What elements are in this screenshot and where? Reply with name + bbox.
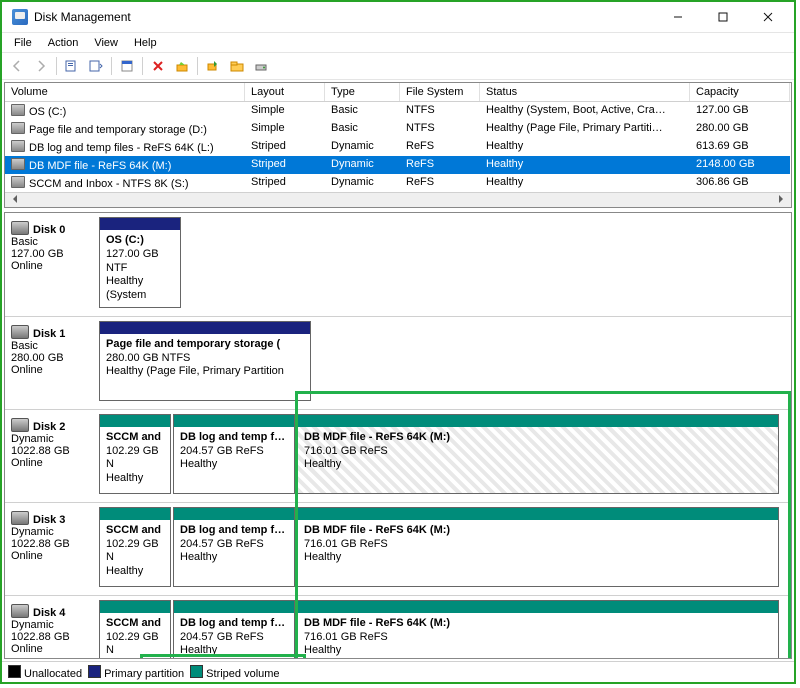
close-button[interactable] bbox=[745, 3, 790, 31]
window-title: Disk Management bbox=[34, 10, 655, 24]
disk-icon bbox=[11, 325, 29, 339]
partition-color-bar bbox=[100, 601, 170, 613]
disk-row: Disk 1 Basic 280.00 GB Online Page file … bbox=[5, 317, 791, 410]
partition-box[interactable]: SCCM and 102.29 GB N Healthy bbox=[99, 600, 171, 658]
menu-action[interactable]: Action bbox=[40, 35, 87, 51]
maximize-button[interactable] bbox=[700, 3, 745, 31]
drive-icon bbox=[11, 158, 25, 170]
partition-color-bar bbox=[100, 415, 170, 427]
partition-box[interactable]: DB MDF file - ReFS 64K (M:) 716.01 GB Re… bbox=[297, 414, 779, 494]
partition-box[interactable]: DB log and temp files - 204.57 GB ReFS H… bbox=[173, 507, 295, 587]
forward-button[interactable] bbox=[30, 55, 52, 77]
disk-management-window: Disk Management File Action View Help Vo… bbox=[0, 0, 796, 684]
disk-icon bbox=[11, 418, 29, 432]
volume-row[interactable]: OS (C:)SimpleBasicNTFSHealthy (System, B… bbox=[5, 102, 791, 120]
partition-strip: SCCM and 102.29 GB N Healthy DB log and … bbox=[99, 414, 787, 494]
partition-color-bar bbox=[298, 415, 778, 427]
partition-box[interactable]: DB log and temp files - 204.57 GB ReFS H… bbox=[173, 600, 295, 658]
volume-row[interactable]: Page file and temporary storage (D:)Simp… bbox=[5, 120, 791, 138]
titlebar[interactable]: Disk Management bbox=[2, 2, 794, 33]
drive-icon bbox=[11, 104, 25, 116]
drive-icon bbox=[11, 140, 25, 152]
toolbar-separator bbox=[197, 57, 198, 75]
legend-primary: Primary partition bbox=[88, 665, 184, 680]
partition-box[interactable]: SCCM and 102.29 GB N Healthy bbox=[99, 507, 171, 587]
disk-info[interactable]: Disk 4 Dynamic 1022.88 GB Online bbox=[9, 600, 99, 658]
volume-list-header: Volume Layout Type File System Status Ca… bbox=[5, 83, 791, 102]
partition-color-bar bbox=[100, 508, 170, 520]
toolbar-separator bbox=[56, 57, 57, 75]
partition-box[interactable]: OS (C:) 127.00 GB NTF Healthy (System bbox=[99, 217, 181, 308]
partition-strip: SCCM and 102.29 GB N Healthy DB log and … bbox=[99, 600, 787, 658]
volume-list: Volume Layout Type File System Status Ca… bbox=[4, 82, 792, 208]
drive-icon bbox=[11, 176, 25, 188]
partition-color-bar bbox=[100, 218, 180, 230]
disk-icon bbox=[11, 511, 29, 525]
refresh-button[interactable] bbox=[85, 55, 107, 77]
legend-unallocated: Unallocated bbox=[8, 665, 82, 680]
partition-color-bar bbox=[100, 322, 310, 334]
col-filesystem[interactable]: File System bbox=[400, 83, 480, 101]
volume-row[interactable]: SCCM and Inbox - NTFS 8K (S:)StripedDyna… bbox=[5, 174, 791, 192]
drive-icon bbox=[11, 122, 25, 134]
disk-info[interactable]: Disk 0 Basic 127.00 GB Online bbox=[9, 217, 99, 308]
legend: Unallocated Primary partition Striped vo… bbox=[2, 661, 794, 682]
horizontal-scrollbar[interactable] bbox=[5, 192, 791, 207]
back-button[interactable] bbox=[6, 55, 28, 77]
col-layout[interactable]: Layout bbox=[245, 83, 325, 101]
disk-icon bbox=[11, 604, 29, 618]
volume-row[interactable]: DB log and temp files - ReFS 64K (L:)Str… bbox=[5, 138, 791, 156]
disk-info[interactable]: Disk 1 Basic 280.00 GB Online bbox=[9, 321, 99, 401]
partition-color-bar bbox=[174, 601, 294, 613]
partition-color-bar bbox=[298, 508, 778, 520]
partition-strip: OS (C:) 127.00 GB NTF Healthy (System bbox=[99, 217, 787, 308]
delete-button[interactable] bbox=[147, 55, 169, 77]
disk-row: Disk 4 Dynamic 1022.88 GB Online SCCM an… bbox=[5, 596, 791, 658]
partition-strip: Page file and temporary storage ( 280.00… bbox=[99, 321, 787, 401]
volume-row[interactable]: DB MDF file - ReFS 64K (M:)StripedDynami… bbox=[5, 156, 791, 174]
col-status[interactable]: Status bbox=[480, 83, 690, 101]
partition-box[interactable]: SCCM and 102.29 GB N Healthy bbox=[99, 414, 171, 494]
partition-color-bar bbox=[174, 508, 294, 520]
toolbar bbox=[2, 53, 794, 80]
disk-row: Disk 0 Basic 127.00 GB Online OS (C:) 12… bbox=[5, 213, 791, 317]
disk-icon bbox=[11, 221, 29, 235]
partition-box[interactable]: DB MDF file - ReFS 64K (M:) 716.01 GB Re… bbox=[297, 600, 779, 658]
toolbar-separator bbox=[142, 57, 143, 75]
partition-box[interactable]: DB MDF file - ReFS 64K (M:) 716.01 GB Re… bbox=[297, 507, 779, 587]
toolbar-separator bbox=[111, 57, 112, 75]
col-capacity[interactable]: Capacity bbox=[690, 83, 790, 101]
disk-row: Disk 2 Dynamic 1022.88 GB Online SCCM an… bbox=[5, 410, 791, 503]
app-icon bbox=[12, 9, 28, 25]
disk-info[interactable]: Disk 2 Dynamic 1022.88 GB Online bbox=[9, 414, 99, 494]
legend-striped: Striped volume bbox=[190, 665, 279, 680]
minimize-button[interactable] bbox=[655, 3, 700, 31]
extend-button[interactable] bbox=[202, 55, 224, 77]
properties-button[interactable] bbox=[116, 55, 138, 77]
partition-box[interactable]: Page file and temporary storage ( 280.00… bbox=[99, 321, 311, 401]
disk-row: Disk 3 Dynamic 1022.88 GB Online SCCM an… bbox=[5, 503, 791, 596]
menubar: File Action View Help bbox=[2, 33, 794, 53]
change-drive-button[interactable] bbox=[250, 55, 272, 77]
partition-color-bar bbox=[298, 601, 778, 613]
action-menu-button[interactable] bbox=[61, 55, 83, 77]
format-button[interactable] bbox=[171, 55, 193, 77]
partition-color-bar bbox=[174, 415, 294, 427]
disk-info[interactable]: Disk 3 Dynamic 1022.88 GB Online bbox=[9, 507, 99, 587]
disk-graphical-view: Disk 0 Basic 127.00 GB Online OS (C:) 12… bbox=[4, 212, 792, 659]
partition-strip: SCCM and 102.29 GB N Healthy DB log and … bbox=[99, 507, 787, 587]
menu-file[interactable]: File bbox=[6, 35, 40, 51]
partition-box[interactable]: DB log and temp files - 204.57 GB ReFS H… bbox=[173, 414, 295, 494]
menu-view[interactable]: View bbox=[86, 35, 126, 51]
open-button[interactable] bbox=[226, 55, 248, 77]
menu-help[interactable]: Help bbox=[126, 35, 165, 51]
col-type[interactable]: Type bbox=[325, 83, 400, 101]
col-volume[interactable]: Volume bbox=[5, 83, 245, 101]
